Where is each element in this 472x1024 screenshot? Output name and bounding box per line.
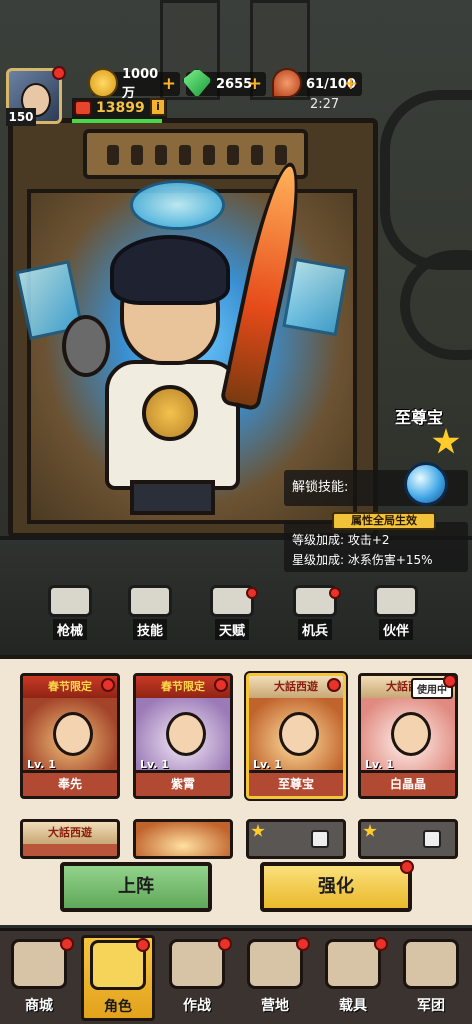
notification-dot [400,860,414,874]
hero-card[interactable]: 大話西遊 Lv. 1 白晶晶 使用中 [358,673,458,799]
background-pipe [400,250,472,360]
partner-icon [374,585,418,617]
hero-card-locked[interactable] [358,819,458,859]
hero-card-locked[interactable] [246,819,346,859]
stamina-resource[interactable]: 61/100 + [272,68,362,98]
global-effect-tag: 属性全局生效 [332,512,436,530]
tab-legion[interactable]: 军团 [394,937,468,1023]
star-icon [363,824,377,837]
notification-dot [329,587,341,599]
subnav-mech[interactable]: 机兵 [285,585,345,645]
tab-vehicle[interactable]: 载具 [316,937,390,1023]
hero-card[interactable]: 大話西遊 [20,819,120,859]
add-gold-button[interactable]: + [162,74,176,94]
deploy-button[interactable]: 上阵 [60,862,212,912]
notification-dot [296,937,310,951]
hero-card-selected[interactable]: 大話西遊 Lv. 1 至尊宝 [246,673,346,799]
notification-dot [327,678,341,692]
star-icon [251,824,265,837]
background-pipe [380,90,472,270]
tab-label: 营地 [261,998,289,1014]
upgrade-button[interactable]: 强化 [260,860,414,912]
unlock-skill-label: 解锁技能: [292,480,349,495]
card-banner: 大話西遊 [23,822,117,844]
notification-dot [136,938,150,952]
experience-bar [72,119,162,123]
subnav-talent[interactable]: 天赋 [202,585,262,645]
clock: 2:27 [310,97,340,112]
tab-camp[interactable]: 营地 [238,937,312,1023]
tab-label: 军团 [417,998,445,1014]
gold-resource[interactable]: 1000万 + [88,67,180,101]
notification-dot [246,587,258,599]
gem-amount: 2655 [216,76,253,92]
hero-name: 至尊宝 [395,408,444,427]
ice-crystal-icon [130,180,225,230]
ice-skill-icon[interactable] [404,462,448,506]
subnav-partner[interactable]: 伙伴 [366,585,426,645]
gem-resource[interactable]: 2655 + [182,68,266,98]
add-gems-button[interactable]: + [248,74,262,94]
combat-power-value: 13899 [96,100,145,116]
bottom-navigation: 商城 角色 作战 营地 载具 军团 [0,928,472,1024]
hero-legs [130,480,215,515]
notification-dot [52,66,66,80]
gold-coin-icon [88,68,118,98]
subnav-label: 天赋 [214,619,249,640]
notification-dot [374,937,388,951]
tab-shop[interactable]: 商城 [2,937,76,1023]
upgrade-label: 强化 [318,876,354,897]
hero-hair [110,235,230,305]
power-info-button[interactable]: i [150,98,166,116]
notification-dot [214,678,228,692]
player-level: 150 [6,108,36,126]
hero-card[interactable] [133,819,233,859]
medal-icon [142,385,198,441]
tab-battle[interactable]: 作战 [160,937,234,1023]
tab-label: 载具 [339,998,367,1014]
vehicle-icon [325,939,381,989]
gem-icon [182,68,212,98]
tab-label: 角色 [104,999,132,1015]
tab-label: 作战 [183,998,211,1014]
hero-card-name: 奉先 [23,770,117,796]
notification-dot [443,676,455,688]
hero-card-name: 紫霄 [136,770,230,796]
lock-icon [311,830,329,848]
hero-card[interactable]: 春节限定 Lv. 1 奉先 [20,673,120,799]
hero-card-name: 至尊宝 [249,770,343,796]
hero-card[interactable]: 春节限定 Lv. 1 紫霄 [133,673,233,799]
skill-icon [128,585,172,617]
hero-card-name: 白晶晶 [361,770,455,796]
subnav-skill[interactable]: 技能 [120,585,180,645]
subnav-label: 伙伴 [378,619,413,640]
subnav-label: 技能 [132,619,167,640]
tab-character[interactable]: 角色 [81,935,155,1021]
subnav-label: 枪械 [52,619,87,640]
legion-icon [403,939,459,989]
stamina-meat-icon [272,68,302,98]
tab-label: 商城 [25,998,53,1014]
fist-icon [74,100,92,116]
hero-portrait [136,822,230,856]
notification-dot [218,937,232,951]
capsule-top [83,129,308,179]
notification-dot [101,678,115,692]
notification-dot [60,937,74,951]
camp-icon [247,939,303,989]
mirror-icon [62,315,110,377]
add-stamina-button[interactable]: + [344,74,358,94]
deploy-label: 上阵 [118,876,154,897]
star-bonus: 星级加成: 冰系伤害+15% [292,553,433,567]
battle-icon [169,939,225,989]
shop-cart-icon [11,939,67,989]
hero-subnav: 枪械 技能 天赋 机兵 伙伴 [0,585,472,645]
level-bonus: 等级加成: 攻击+2 [292,533,390,547]
gold-amount: 1000万 [122,67,159,101]
subnav-gun[interactable]: 枪械 [40,585,100,645]
subnav-label: 机兵 [297,619,332,640]
lock-icon [423,830,441,848]
gun-icon [48,585,92,617]
